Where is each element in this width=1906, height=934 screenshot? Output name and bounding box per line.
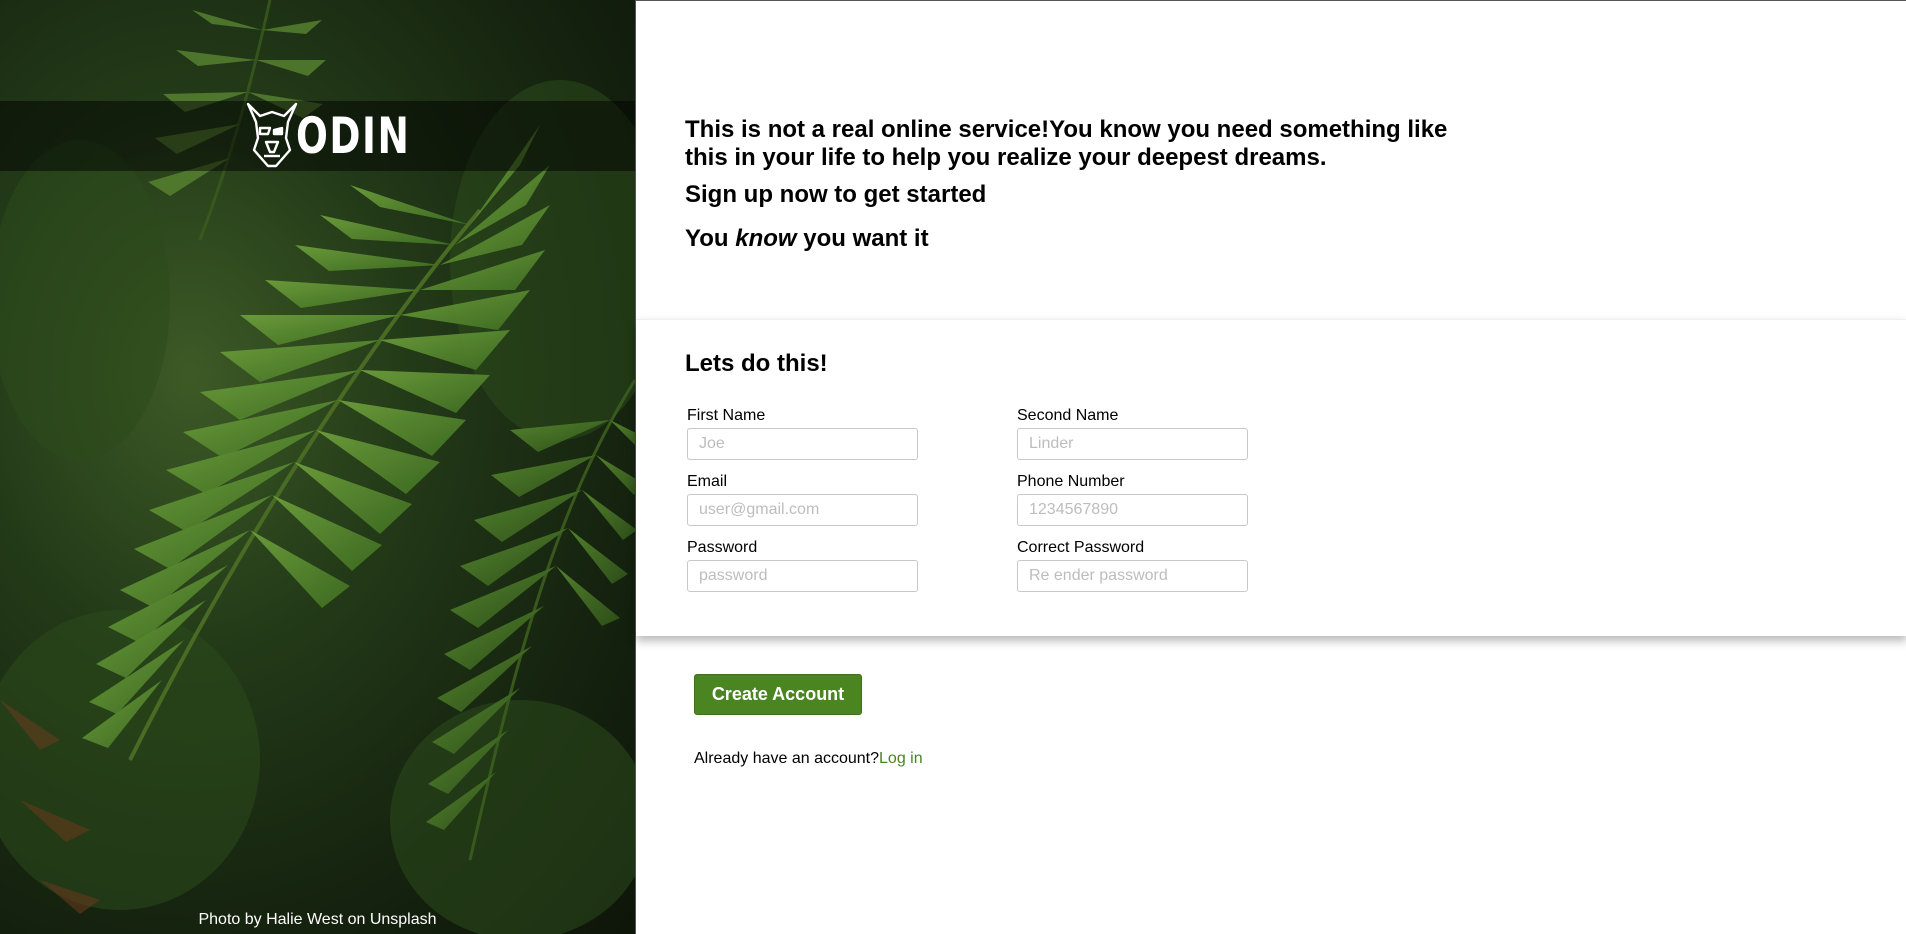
- first-name-label: First Name: [687, 407, 766, 424]
- login-prompt: Already have an account?Log in: [694, 750, 923, 768]
- password-input[interactable]: [687, 560, 918, 592]
- main-content: This is not a real online service!You kn…: [635, 0, 1906, 934]
- login-prompt-text: Already have an account?: [694, 750, 880, 767]
- intro-signup-text: Sign up now to get started: [685, 181, 987, 208]
- logo-wordmark: ODIN: [296, 107, 411, 165]
- photo-credit: Photo by Halie West on Unsplash: [198, 911, 437, 928]
- password-label: Password: [687, 539, 758, 556]
- phone-label: Phone Number: [1017, 473, 1125, 490]
- confirm-password-input[interactable]: [1017, 560, 1248, 592]
- confirm-password-group: Correct Password: [1017, 539, 1249, 592]
- second-name-input[interactable]: [1017, 428, 1248, 460]
- login-link[interactable]: Log in: [879, 750, 923, 767]
- intro-heading: This is not a real online service!You kn…: [685, 116, 1448, 171]
- first-name-input[interactable]: [687, 428, 918, 460]
- phone-input[interactable]: [1017, 494, 1248, 526]
- email-input[interactable]: [687, 494, 918, 526]
- first-name-group: First Name: [687, 407, 919, 460]
- intro-section: This is not a real online service!You kn…: [685, 116, 1465, 253]
- phone-group: Phone Number: [1017, 473, 1249, 526]
- confirm-password-label: Correct Password: [1017, 539, 1145, 556]
- signup-page: ODIN Photo by Halie West on Unsplash Thi…: [0, 0, 1906, 934]
- second-name-label: Second Name: [1017, 407, 1119, 424]
- email-label: Email: [687, 473, 728, 490]
- second-name-group: Second Name: [1017, 407, 1249, 460]
- viking-helmet-icon: [244, 98, 298, 175]
- signup-form: Lets do this! First Name Second Name Ema…: [636, 319, 1906, 636]
- email-group: Email: [687, 473, 919, 526]
- intro-tagline: You know you want it: [685, 225, 929, 252]
- odin-logo: ODIN: [244, 100, 448, 172]
- tagline-emphasis: know: [735, 225, 797, 252]
- sidebar-photo-panel: ODIN Photo by Halie West on Unsplash: [0, 0, 635, 934]
- form-title: Lets do this!: [685, 350, 828, 377]
- create-account-button[interactable]: Create Account: [694, 674, 862, 715]
- password-group: Password: [687, 539, 919, 592]
